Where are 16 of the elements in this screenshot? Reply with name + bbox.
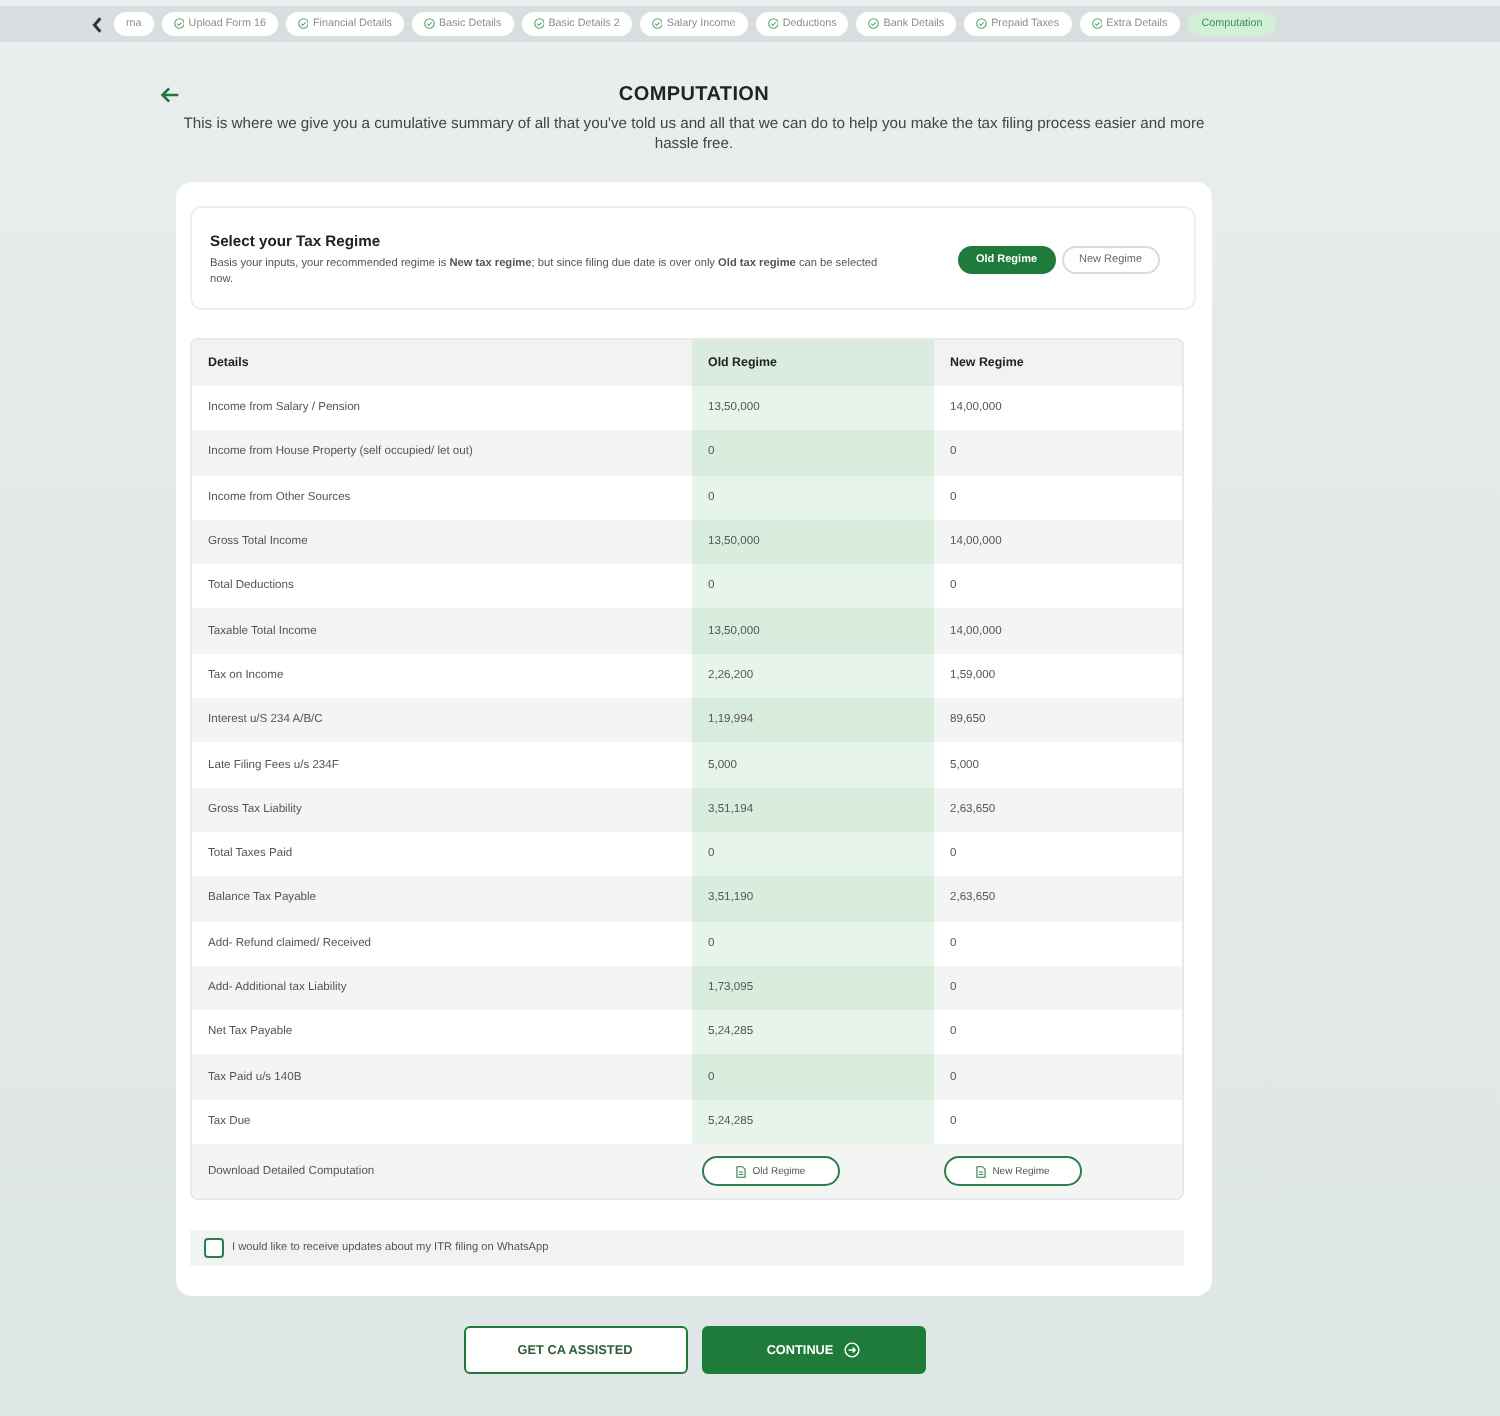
check-circle-icon [976, 18, 988, 30]
check-circle-icon [297, 18, 309, 30]
page-title: COMPUTATION [618, 84, 770, 106]
arrow-circle-icon [843, 1342, 860, 1359]
checkbox[interactable] [204, 1238, 224, 1259]
check-circle-icon [173, 18, 185, 30]
check-circle-icon [424, 18, 436, 30]
check-circle-icon [1091, 18, 1103, 30]
check-circle-icon [767, 18, 779, 30]
document-icon [976, 1165, 987, 1178]
check-circle-icon [868, 18, 880, 30]
check-circle-icon [533, 18, 545, 30]
document-icon [736, 1165, 747, 1178]
back-arrow-icon[interactable] [160, 86, 180, 104]
chevron-left-icon[interactable] [92, 15, 102, 33]
check-circle-icon [651, 18, 663, 30]
